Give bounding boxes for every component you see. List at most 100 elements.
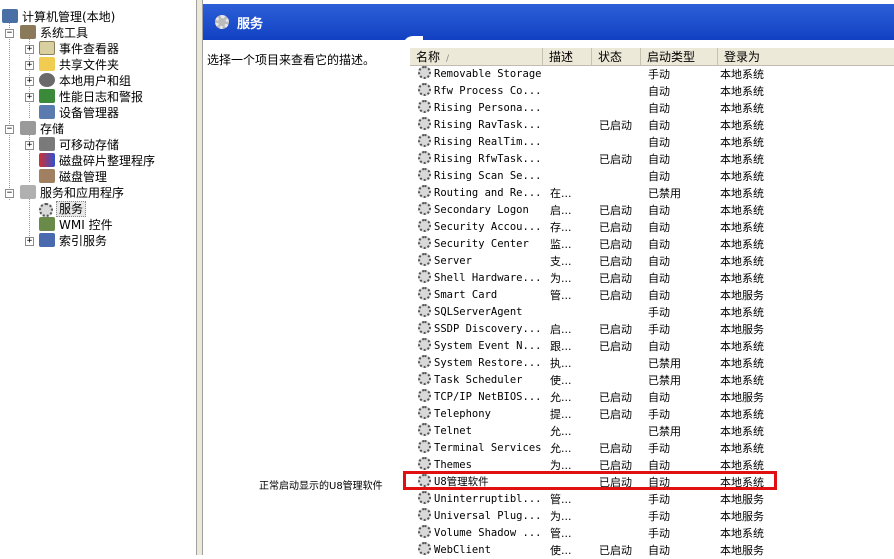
service-startup-type: 自动 [648,289,670,302]
collapse-toggle[interactable]: − [5,189,14,198]
service-logon-as: 本地服务 [720,510,764,523]
folder-icon [39,57,55,71]
service-startup-type: 自动 [648,204,670,217]
gear-icon [418,491,431,504]
tree-node-indexing[interactable]: 索引服务 [39,233,109,249]
tree-node-system-tools[interactable]: 系统工具 [20,25,90,41]
gear-icon [418,457,431,470]
gear-icon [418,321,431,334]
service-name: TCP/IP NetBIOS... [418,389,548,406]
collapse-toggle[interactable]: − [5,29,14,38]
gear-icon [418,100,431,113]
gear-icon [215,15,229,29]
table-row[interactable]: Secondary Logon 启... 已启动 自动 本地系统 [410,202,894,219]
service-description: 启... [550,323,572,336]
table-row[interactable]: Rising Persona... 自动 本地系统 [410,100,894,117]
expand-toggle[interactable]: + [25,237,34,246]
tree-node-storage[interactable]: 存储 [20,121,66,137]
expand-toggle[interactable]: + [25,93,34,102]
table-row[interactable]: Telephony 提... 已启动 手动 本地系统 [410,406,894,423]
annotation-note: 正常启动显示的U8管理软件 [259,481,383,492]
table-row[interactable]: Rising RfwTask... 已启动 自动 本地系统 [410,151,894,168]
tree-node-device-manager[interactable]: 设备管理器 [39,105,121,121]
table-row[interactable]: Terminal Services 允... 已启动 手动 本地系统 [410,440,894,457]
tree-node-removable-storage[interactable]: 可移动存储 [39,137,121,153]
table-row[interactable]: Rising Scan Se... 自动 本地系统 [410,168,894,185]
service-logon-as: 本地系统 [720,153,764,166]
column-header-bar: 名称 / 描述 状态 启动类型 登录为 [410,48,894,66]
tree-node-local-users[interactable]: 本地用户和组 [39,73,133,89]
wmi-icon [39,217,55,231]
table-row[interactable]: Security Accou... 存... 已启动 自动 本地系统 [410,219,894,236]
highlight-box [403,471,777,490]
gear-icon [39,202,53,217]
gear-icon [418,83,431,96]
service-name: Rising Persona... [418,100,548,117]
column-header-description[interactable]: 描述 [543,48,592,66]
service-description: 为... [550,510,572,523]
column-header-name[interactable]: 名称 / [410,48,543,66]
service-name: SQLServerAgent [418,304,548,321]
table-row[interactable]: Rising RavTask... 已启动 自动 本地系统 [410,117,894,134]
table-row[interactable]: Security Center 监... 已启动 自动 本地系统 [410,236,894,253]
table-row[interactable]: Smart Card 管... 已启动 自动 本地服务 [410,287,894,304]
service-logon-as: 本地系统 [720,119,764,132]
gear-icon [418,219,431,232]
column-header-startup-type[interactable]: 启动类型 [641,48,718,66]
tree-node-root[interactable]: 计算机管理(本地) [2,9,117,25]
tree-node-event-viewer[interactable]: 事件查看器 [39,41,121,57]
tree-node-wmi[interactable]: WMI 控件 [39,217,115,233]
gear-icon [418,134,431,147]
table-row[interactable]: TCP/IP NetBIOS... 允... 已启动 自动 本地服务 [410,389,894,406]
gear-icon [418,406,431,419]
table-row[interactable]: Server 支... 已启动 自动 本地系统 [410,253,894,270]
tree-node-shared-folders[interactable]: 共享文件夹 [39,57,121,73]
service-status: 已启动 [599,340,632,353]
table-row[interactable]: Rising RealTim... 自动 本地系统 [410,134,894,151]
table-row[interactable]: WebClient 使... 已启动 自动 本地服务 [410,542,894,559]
gear-icon [418,185,431,198]
expand-toggle[interactable]: + [25,45,34,54]
tree-node-defrag[interactable]: 磁盘碎片整理程序 [39,153,157,169]
service-logon-as: 本地服务 [720,544,764,557]
table-row[interactable]: Task Scheduler 使... 已禁用 本地系统 [410,372,894,389]
service-startup-type: 已禁用 [648,357,681,370]
tree-node-services-apps[interactable]: 服务和应用程序 [20,185,126,201]
gear-icon [418,355,431,368]
tree-node-disk-management[interactable]: 磁盘管理 [39,169,109,185]
gear-icon [418,304,431,317]
tree-node-perf-logs[interactable]: 性能日志和警报 [39,89,145,105]
table-row[interactable]: Routing and Re... 在... 已禁用 本地系统 [410,185,894,202]
gear-icon [418,253,431,266]
service-startup-type: 自动 [648,391,670,404]
collapse-toggle[interactable]: − [5,125,14,134]
service-name: Security Center [418,236,548,253]
column-header-logon-as[interactable]: 登录为 [718,48,894,66]
table-row[interactable]: Volume Shadow ... 管... 手动 本地系统 [410,525,894,542]
service-description: 管... [550,493,572,506]
table-row[interactable]: SQLServerAgent 手动 本地系统 [410,304,894,321]
table-row[interactable]: Uninterruptibl... 管... 手动 本地服务 [410,491,894,508]
table-row[interactable]: Rfw Process Co... 自动 本地系统 [410,83,894,100]
table-row[interactable]: Shell Hardware... 为... 已启动 自动 本地系统 [410,270,894,287]
device-manager-icon [39,105,55,119]
table-row[interactable]: System Restore... 执... 已禁用 本地系统 [410,355,894,372]
service-status: 已启动 [599,153,632,166]
expand-toggle[interactable]: + [25,141,34,150]
column-header-status[interactable]: 状态 [592,48,641,66]
tree-connector [9,22,10,200]
service-status: 已启动 [599,323,632,336]
service-logon-as: 本地系统 [720,408,764,421]
service-status: 已启动 [599,408,632,421]
service-startup-type: 手动 [648,408,670,421]
table-row[interactable]: System Event N... 跟... 已启动 自动 本地系统 [410,338,894,355]
expand-toggle[interactable]: + [25,77,34,86]
table-row[interactable]: SSDP Discovery... 启... 已启动 手动 本地服务 [410,321,894,338]
table-row[interactable]: Telnet 允... 已禁用 本地系统 [410,423,894,440]
table-row[interactable]: Removable Storage 手动 本地系统 [410,66,894,83]
expand-toggle[interactable]: + [25,61,34,70]
computer-icon [2,9,18,23]
table-row[interactable]: Universal Plug... 为... 手动 本地服务 [410,508,894,525]
service-description: 管... [550,527,572,540]
tree-node-services[interactable]: 服务 [39,201,87,217]
